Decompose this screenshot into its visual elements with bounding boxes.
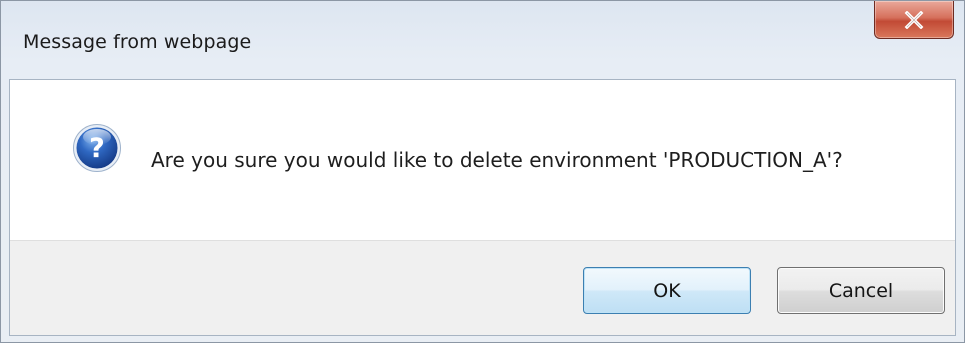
confirm-message: Are you sure you would like to delete en…: [151, 148, 843, 172]
title-bar[interactable]: Message from webpage: [1, 1, 964, 79]
window-title: Message from webpage: [23, 31, 252, 53]
question-icon: ?: [73, 124, 121, 172]
cancel-button[interactable]: Cancel: [777, 267, 945, 314]
dialog-body: ? Are you sure you would like to delete …: [9, 79, 956, 336]
close-button[interactable]: [874, 1, 954, 39]
dialog-window: Message from webpage ? Are you sure you …: [0, 0, 965, 343]
svg-text:?: ?: [89, 133, 105, 164]
button-bar: OK Cancel: [10, 240, 955, 335]
ok-button[interactable]: OK: [583, 267, 751, 314]
close-icon: [904, 10, 924, 29]
message-area: ? Are you sure you would like to delete …: [10, 80, 955, 240]
